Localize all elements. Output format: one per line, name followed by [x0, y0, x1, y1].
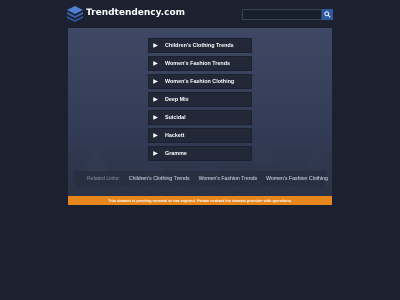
related-link[interactable]: Women's Fashion Clothing — [266, 176, 328, 182]
menu-item-label: Hackett — [165, 132, 185, 139]
menu-item-label: Children's Clothing Trends — [165, 42, 234, 49]
play-arrow-icon: ▶ — [153, 97, 158, 103]
play-arrow-icon: ▶ — [153, 79, 158, 85]
stacked-layers-icon[interactable] — [66, 5, 84, 23]
menu-item-label: Women's Fashion Clothing — [165, 78, 235, 85]
play-arrow-icon: ▶ — [153, 115, 158, 121]
search-icon — [324, 11, 331, 18]
menu-item[interactable]: ▶ Suicidal — [148, 110, 252, 125]
menu-item-label: Deep Mix — [165, 96, 189, 103]
category-menu: ▶ Children's Clothing Trends ▶ Women's F… — [148, 38, 252, 164]
menu-item[interactable]: ▶ Gramme — [148, 146, 252, 161]
menu-item[interactable]: ▶ Children's Clothing Trends — [148, 38, 252, 53]
top-bar: Trendtendency.com — [0, 0, 400, 28]
related-links-bar: Related Links: Children's Clothing Trend… — [74, 171, 328, 187]
menu-item[interactable]: ▶ Deep Mix — [148, 92, 252, 107]
menu-item-label: Women's Fashion Trends — [165, 60, 230, 67]
menu-item[interactable]: ▶ Women's Fashion Clothing — [148, 74, 252, 89]
main-panel: ▶ Children's Clothing Trends ▶ Women's F… — [68, 28, 332, 196]
expiry-notice: This domain is pending renewal or has ex… — [68, 196, 332, 205]
related-link[interactable]: Women's Fashion Trends — [199, 176, 258, 182]
menu-item-label: Gramme — [165, 150, 187, 157]
related-links-label: Related Links: — [87, 176, 120, 182]
search-button[interactable] — [322, 9, 333, 20]
play-arrow-icon: ▶ — [153, 61, 158, 67]
play-arrow-icon: ▶ — [153, 151, 158, 157]
search-input[interactable] — [242, 9, 322, 20]
play-arrow-icon: ▶ — [153, 133, 158, 139]
related-link[interactable]: Children's Clothing Trends — [129, 176, 190, 182]
play-arrow-icon: ▶ — [153, 43, 158, 49]
menu-item-label: Suicidal — [165, 114, 186, 121]
menu-item[interactable]: ▶ Hackett — [148, 128, 252, 143]
site-title[interactable]: Trendtendency.com — [86, 8, 185, 18]
menu-item[interactable]: ▶ Women's Fashion Trends — [148, 56, 252, 71]
